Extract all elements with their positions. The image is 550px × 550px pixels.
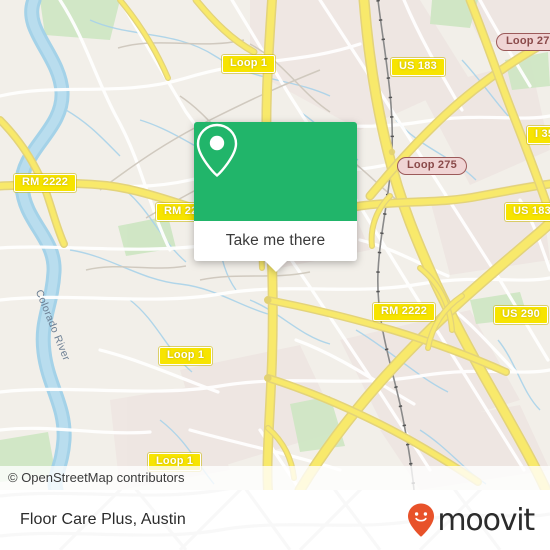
road-shield-us183-top: US 183 xyxy=(391,58,445,76)
place-title: Floor Care Plus, Austin xyxy=(20,511,186,528)
road-shield-rm2222-left: RM 2222 xyxy=(14,174,77,192)
moovit-wordmark: moovit xyxy=(437,502,535,538)
road-shield-loop275-mid: Loop 275 xyxy=(397,157,467,175)
map-canvas[interactable]: Loop 1 US 183 Loop 275 I 35 Loop 275 RM 2222 R… xyxy=(0,0,550,490)
road-shield-loop1-top: Loop 1 xyxy=(222,55,276,73)
footer-bar: Floor Care Plus, Austin moovit xyxy=(0,490,550,550)
map-page: Loop 1 US 183 Loop 275 I 35 Loop 275 RM 2222 R… xyxy=(0,0,550,550)
osm-attribution[interactable]: © OpenStreetMap contributors xyxy=(0,466,550,490)
moovit-brand-logo[interactable]: moovit xyxy=(406,502,535,538)
popup-image-placeholder xyxy=(194,122,357,221)
take-me-there-label: Take me there xyxy=(225,232,326,249)
moovit-pin-smiley-icon xyxy=(408,503,435,537)
road-shield-us183-right: US 183 xyxy=(505,203,550,221)
place-popup-card[interactable]: Take me there xyxy=(194,122,357,272)
road-shield-loop275-top: Loop 275 xyxy=(496,33,550,51)
road-shield-rm2222-mid: RM 2222 xyxy=(373,303,436,321)
road-shield-loop1-mid: Loop 1 xyxy=(159,347,213,365)
popup-footer[interactable]: Take me there xyxy=(194,221,357,272)
road-shield-i35-right: I 35 xyxy=(527,126,550,144)
popup-pointer-tail xyxy=(264,261,287,272)
map-pin-icon xyxy=(196,123,238,178)
road-shield-us290-right: US 290 xyxy=(494,306,548,324)
